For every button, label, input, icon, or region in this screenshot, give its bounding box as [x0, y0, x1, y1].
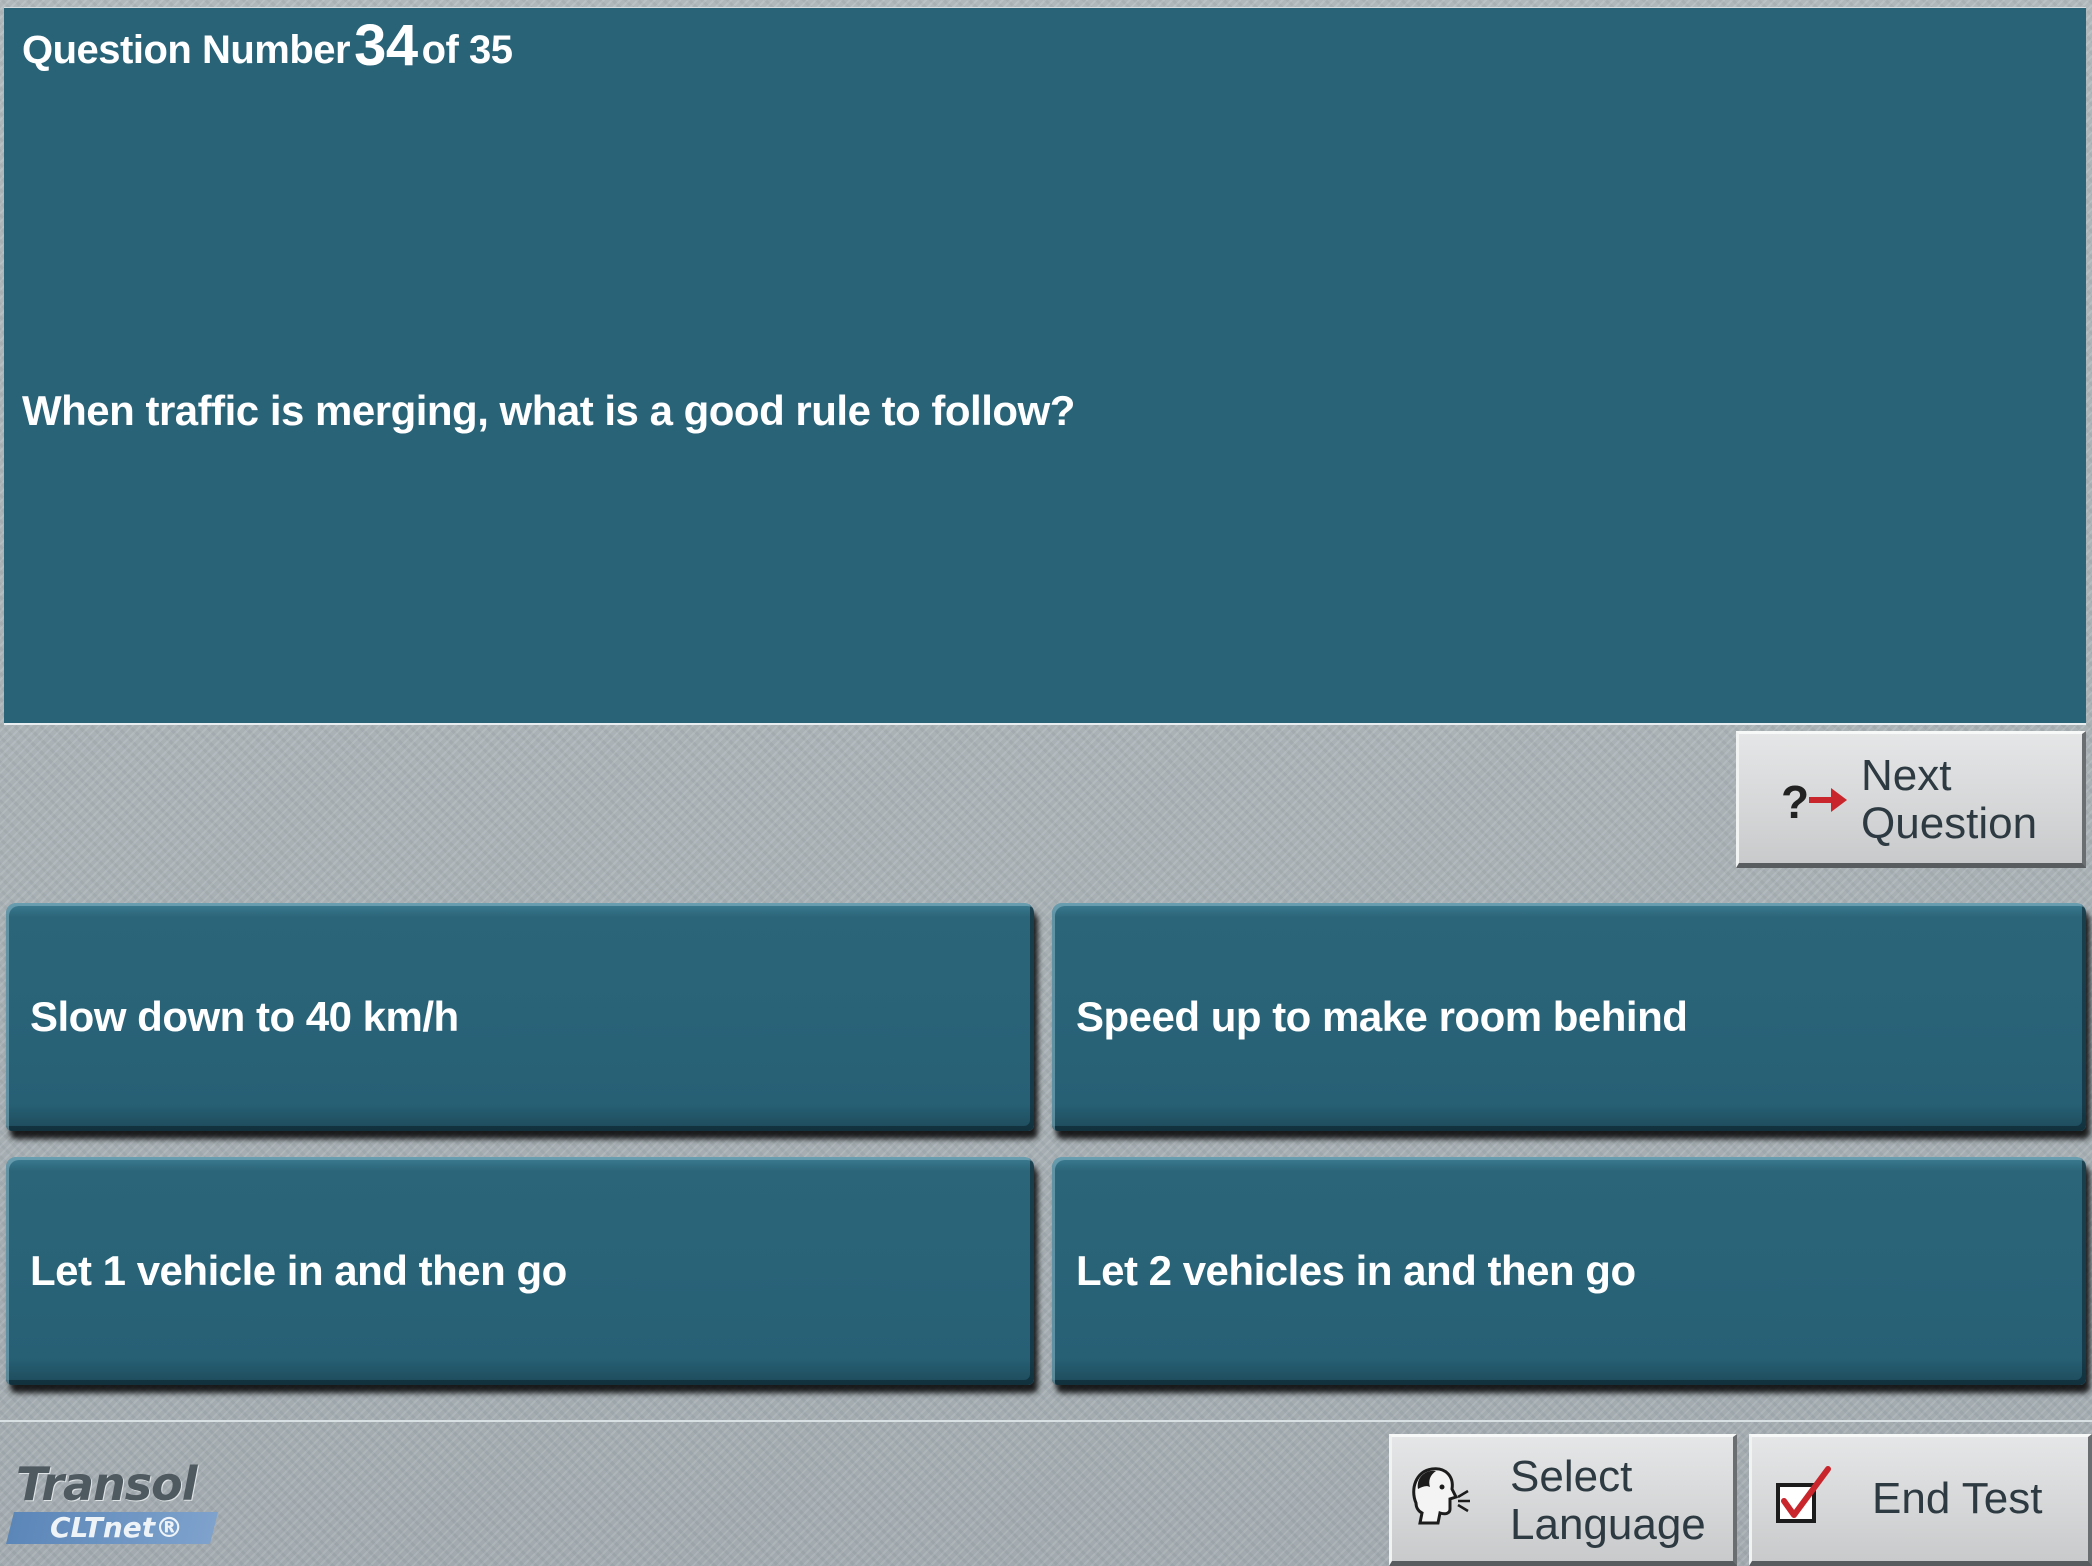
select-language-label: Select Language	[1510, 1453, 1706, 1549]
question-panel: Question Number34 of 35 When traffic is m…	[4, 7, 2086, 725]
end-test-label: End Test	[1872, 1474, 2043, 1523]
answer-option-4[interactable]: Let 2 vehicles in and then go	[1052, 1157, 2086, 1385]
answer-option-2-label: Speed up to make room behind	[1076, 993, 1688, 1040]
logo-wordmark: Transol	[16, 1457, 198, 1511]
speaking-head-icon	[1406, 1463, 1472, 1539]
answer-option-1[interactable]: Slow down to 40 km/h	[6, 903, 1034, 1131]
transol-logo: Transol CLTnet®	[4, 1458, 234, 1548]
svg-text:?: ?	[1781, 776, 1809, 828]
question-text: When traffic is merging, what is a good …	[22, 387, 1075, 434]
answer-option-2[interactable]: Speed up to make room behind	[1052, 903, 2086, 1131]
logo-subtitle: CLTnet®	[50, 1511, 184, 1544]
checkbox-check-icon	[1774, 1465, 1838, 1529]
question-arrow-icon: ?	[1779, 770, 1849, 830]
answer-option-1-label: Slow down to 40 km/h	[30, 993, 459, 1040]
answer-option-4-label: Let 2 vehicles in and then go	[1076, 1247, 1636, 1294]
next-question-button[interactable]: ? Next Question	[1736, 731, 2086, 868]
select-language-line1: Select	[1510, 1452, 1633, 1501]
question-counter: Question Number34 of 35	[22, 17, 513, 78]
answer-option-3-label: Let 1 vehicle in and then go	[30, 1247, 567, 1294]
answer-option-3[interactable]: Let 1 vehicle in and then go	[6, 1157, 1034, 1385]
counter-current: 34	[354, 13, 418, 78]
next-label-line1: Next	[1861, 751, 1952, 800]
next-label-line2: Question	[1861, 799, 2038, 848]
select-language-line2: Language	[1510, 1500, 1706, 1549]
counter-suffix: of 35	[421, 28, 513, 72]
end-test-button[interactable]: End Test	[1749, 1434, 2092, 1566]
select-language-button[interactable]: Select Language	[1389, 1434, 1737, 1566]
quiz-screen: Question Number34 of 35 When traffic is m…	[0, 0, 2092, 1566]
counter-prefix: Question Number	[22, 28, 351, 72]
next-question-label: Next Question	[1861, 752, 2037, 848]
